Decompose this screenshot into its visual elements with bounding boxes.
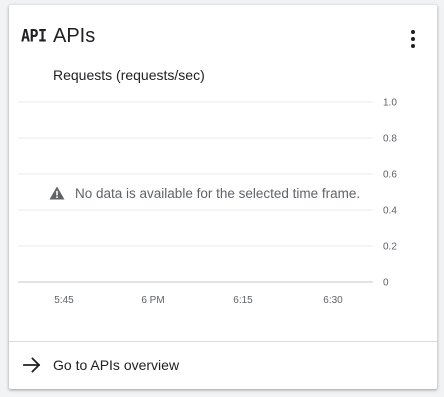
footer-link-label: Go to APIs overview [53,357,180,373]
card-header: API APIs [9,5,437,65]
warning-icon [49,186,65,200]
y-tick-label: 0.2 [383,242,397,253]
more-options-button[interactable] [401,27,425,51]
no-data-message: No data is available for the selected ti… [47,184,367,202]
card-title: APIs [53,25,96,47]
requests-chart: 1.0 0.8 0.6 0.4 0.2 0 5:45 6 PM 6:15 6:30 [18,98,397,306]
x-tick-label: 6:15 [233,295,253,306]
x-tick-label: 6 PM [141,295,164,306]
go-to-apis-overview-link[interactable]: Go to APIs overview [9,342,437,389]
arrow-forward-icon [23,357,41,373]
y-tick-label: 0.8 [383,134,397,145]
x-tick-label: 5:45 [54,295,74,306]
more-vert-icon [411,30,415,48]
apis-card: API APIs Requests (requests/sec) 1.0 0.8 0… [9,5,437,389]
y-tick-label: 0.6 [383,170,397,181]
y-tick-label: 0.4 [383,206,397,217]
x-tick-label: 6:30 [323,295,343,306]
y-tick-label: 0 [383,278,389,289]
api-icon: API [21,26,47,46]
no-data-text: No data is available for the selected ti… [75,185,361,201]
y-tick-label: 1.0 [383,98,397,109]
chart-title: Requests (requests/sec) [53,67,205,83]
